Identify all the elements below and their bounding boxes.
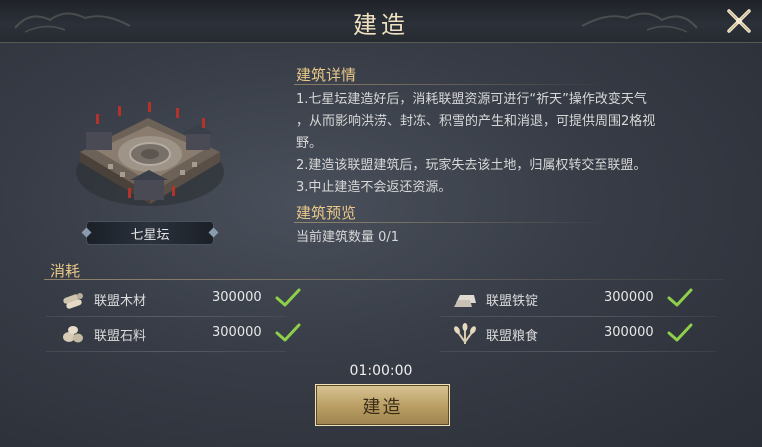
resource-item-iron: 联盟铁锭 300000 <box>452 287 702 311</box>
check-icon <box>275 288 301 307</box>
resource-item-stone: 联盟石料 300000 <box>60 322 310 346</box>
row-divider <box>46 316 286 317</box>
resource-name: 联盟石料 <box>94 329 147 344</box>
resource-item-grain: 联盟粮食 300000 <box>452 322 702 346</box>
details-description: 1.七星坛建造好后，消耗联盟资源可进行“祈天”操作改变天气 ，从而影响洪涝、封冻… <box>296 89 728 199</box>
resource-amount: 300000 <box>212 290 262 305</box>
dialog-title: 建造 <box>353 11 409 39</box>
details-heading: 建筑详情 <box>296 66 357 84</box>
iron-ingot-icon <box>454 295 476 307</box>
close-icon[interactable] <box>726 8 752 34</box>
details-line: 1.七星坛建造好后，消耗联盟资源可进行“祈天”操作改变天气 <box>296 92 647 107</box>
row-divider <box>440 351 716 352</box>
details-line: 野。 <box>296 136 323 151</box>
stone-icon <box>63 326 83 343</box>
seven-star-altar-image <box>76 102 224 206</box>
resource-amount: 300000 <box>212 325 262 340</box>
details-line: ，从而影响洪涝、封冻、积雪的产生和消退，可提供周围2格视 <box>296 114 656 129</box>
resource-name: 联盟粮食 <box>486 329 539 344</box>
preview-scroll-area[interactable]: 当前建筑数量 0/1 <box>296 228 716 243</box>
preview-heading: 建筑预览 <box>296 204 357 222</box>
build-timer: 01:00:00 <box>349 363 413 379</box>
building-name-plate: 七星坛 <box>81 221 219 245</box>
building-count: 当前建筑数量 0/1 <box>296 230 400 243</box>
build-dialog: 建造 七星坛 建筑详情 1.七星坛建造好后，消耗联盟资源可进行“祈天”操作改变天… <box>0 0 762 447</box>
preview-divider <box>294 222 614 223</box>
build-button[interactable]: 建造 <box>315 384 450 426</box>
cost-divider <box>44 279 724 280</box>
building-name: 七星坛 <box>130 228 170 243</box>
row-divider <box>46 351 286 352</box>
resource-name: 联盟铁锭 <box>486 294 539 309</box>
resource-name: 联盟木材 <box>94 294 147 309</box>
details-line: 2.建造该联盟建筑后，玩家失去该土地，归属权转交至联盟。 <box>296 158 647 173</box>
check-icon <box>667 323 693 342</box>
row-divider <box>440 316 716 317</box>
build-button-label: 建造 <box>362 397 403 418</box>
wood-icon <box>63 293 83 309</box>
check-icon <box>667 288 693 307</box>
details-line: 3.中止建造不会返还资源。 <box>296 180 452 195</box>
resource-item-wood: 联盟木材 300000 <box>60 287 310 311</box>
resource-amount: 300000 <box>604 290 654 305</box>
dialog-header: 建造 <box>0 0 762 43</box>
grain-icon <box>454 323 476 344</box>
resource-amount: 300000 <box>604 325 654 340</box>
check-icon <box>275 323 301 342</box>
details-divider <box>294 84 614 85</box>
cost-heading: 消耗 <box>50 262 81 280</box>
